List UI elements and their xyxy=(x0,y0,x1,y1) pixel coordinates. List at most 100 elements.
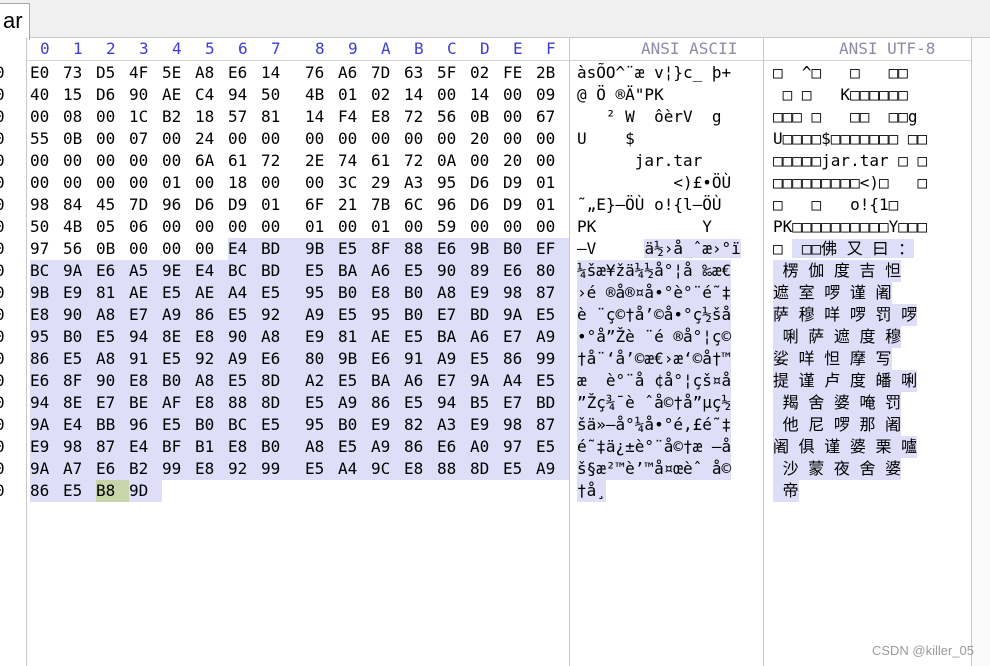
utf8-row[interactable]: 帝 xyxy=(773,480,799,502)
hex-byte[interactable]: 00 xyxy=(338,128,371,150)
hex-byte[interactable]: E5 xyxy=(338,238,371,260)
hex-byte[interactable]: 0A xyxy=(437,150,470,172)
hex-byte[interactable]: 00 xyxy=(503,128,536,150)
hex-byte[interactable]: 90 xyxy=(228,326,261,348)
hex-byte[interactable]: A4 xyxy=(228,282,261,304)
hex-row[interactable]: 9A E4 BB 96 E5 B0 BC E5 95 B0 E9 82 A3 E9 98 87 xyxy=(26,414,569,436)
utf8-row[interactable]: 提 谨 卢 度 皤 唎 xyxy=(773,370,918,392)
hex-byte[interactable]: E4 xyxy=(63,414,96,436)
hex-byte[interactable]: 00 xyxy=(30,106,63,128)
hex-byte[interactable]: D9 xyxy=(503,172,536,194)
hex-byte[interactable]: A9 xyxy=(228,348,261,370)
hex-byte[interactable]: E8 xyxy=(30,304,63,326)
hex-byte[interactable]: D6 xyxy=(195,194,228,216)
ansi-row[interactable]: æ è°¨å ¢å°¦çš¤å xyxy=(577,370,732,392)
hex-byte[interactable]: B0 xyxy=(404,282,437,304)
hex-row[interactable]: 98 84 45 7D 96 D6 D9 01 6F 21 7B 6C 96 D6 D9 01 xyxy=(26,194,569,216)
hex-byte[interactable]: 86 xyxy=(371,392,404,414)
hex-byte[interactable]: A8 xyxy=(96,304,129,326)
hex-byte[interactable]: 00 xyxy=(470,150,503,172)
hex-byte[interactable]: 87 xyxy=(536,282,569,304)
hex-row[interactable]: 00 00 00 00 01 00 18 00 00 3C 29 A3 95 D6 D9 01 xyxy=(26,172,569,194)
hex-byte[interactable]: 15 xyxy=(63,84,96,106)
hex-byte[interactable]: E8 xyxy=(371,282,404,304)
hex-byte[interactable]: 82 xyxy=(404,414,437,436)
hex-row[interactable]: 50 4B 05 06 00 00 00 00 01 00 01 00 59 00 00 00 xyxy=(26,216,569,238)
hex-byte[interactable]: 61 xyxy=(228,150,261,172)
hex-byte[interactable]: E5 xyxy=(96,326,129,348)
hex-byte[interactable]: E6 xyxy=(371,348,404,370)
hex-byte[interactable]: E7 xyxy=(503,326,536,348)
hex-byte[interactable]: 80 xyxy=(536,260,569,282)
hex-byte[interactable]: E5 xyxy=(404,392,437,414)
hex-byte[interactable]: 87 xyxy=(536,414,569,436)
hex-byte[interactable]: 56 xyxy=(63,238,96,260)
hex-byte[interactable]: E7 xyxy=(503,392,536,414)
utf8-row[interactable]: PK□□□□□□□□□□Y□□□ xyxy=(773,216,927,238)
hex-byte[interactable]: A8 xyxy=(96,348,129,370)
hex-byte[interactable]: 91 xyxy=(129,348,162,370)
hex-byte[interactable]: 14 xyxy=(261,62,305,84)
hex-byte[interactable]: 00 xyxy=(338,216,371,238)
hex-byte[interactable]: 56 xyxy=(437,106,470,128)
hex-byte[interactable]: E4 xyxy=(228,238,261,260)
hex-byte[interactable]: 87 xyxy=(96,436,129,458)
hex-byte[interactable]: 06 xyxy=(129,216,162,238)
hex-byte[interactable]: E4 xyxy=(195,260,228,282)
hex-byte[interactable]: 14 xyxy=(470,84,503,106)
hex-byte[interactable]: 00 xyxy=(228,128,261,150)
ansi-row[interactable]: ¼šæ¥žä¼½å°¦å ‰æ€ xyxy=(577,260,732,282)
hex-byte[interactable]: 20 xyxy=(470,128,503,150)
utf8-row[interactable]: 遮 室 啰 谨 阇 xyxy=(773,282,892,304)
hex-byte[interactable]: 98 xyxy=(503,414,536,436)
hex-byte[interactable]: E9 xyxy=(470,414,503,436)
hex-byte[interactable]: 9A xyxy=(503,304,536,326)
ansi-row[interactable]: àsÕO^¨æ v¦}c_ þ+ xyxy=(577,62,731,84)
hex-byte[interactable]: 76 xyxy=(305,62,338,84)
hex-byte[interactable]: 14 xyxy=(305,106,338,128)
hex-byte[interactable]: 8F xyxy=(371,238,404,260)
hex-byte[interactable]: 00 xyxy=(536,216,569,238)
hex-byte[interactable]: 00 xyxy=(305,128,338,150)
hex-byte[interactable]: 92 xyxy=(228,458,261,480)
hex-row[interactable]: E8 90 A8 E7 A9 86 E5 92 A9 E5 95 B0 E7 BD 9A E5 xyxy=(26,304,569,326)
hex-byte[interactable]: B2 xyxy=(129,458,162,480)
hex-byte[interactable]: E6 xyxy=(437,436,470,458)
hex-byte[interactable]: BA xyxy=(437,326,470,348)
ansi-row[interactable]: è ¨ç©†å’©å•°ç½šå xyxy=(577,304,732,326)
hex-byte[interactable]: 84 xyxy=(63,194,96,216)
hex-byte[interactable]: 2E xyxy=(305,150,338,172)
hex-byte[interactable]: 6C xyxy=(404,194,437,216)
hex-byte[interactable]: 95 xyxy=(305,414,338,436)
hex-byte[interactable]: 96 xyxy=(162,194,195,216)
hex-byte[interactable]: 94 xyxy=(228,84,261,106)
hex-byte[interactable]: AE xyxy=(371,326,404,348)
hex-byte[interactable]: E5 xyxy=(305,260,338,282)
hex-byte[interactable]: 00 xyxy=(195,216,228,238)
hex-byte[interactable]: E9 xyxy=(371,414,404,436)
hex-byte[interactable]: 00 xyxy=(195,238,228,260)
utf8-row[interactable]: 唎 萨 遮 度 穆 xyxy=(773,326,902,348)
hex-byte[interactable]: 88 xyxy=(404,238,437,260)
hex-byte[interactable]: E8 xyxy=(129,370,162,392)
hex-byte[interactable]: 2B xyxy=(536,62,569,84)
hex-byte[interactable]: 00 xyxy=(162,216,195,238)
hex-byte[interactable]: BB xyxy=(96,414,129,436)
hex-byte[interactable]: 88 xyxy=(437,458,470,480)
utf8-row[interactable]: 楞 伽 度 吉 怛 xyxy=(773,260,902,282)
hex-byte[interactable]: 9A xyxy=(63,260,96,282)
hex-byte[interactable]: E9 xyxy=(63,282,96,304)
hex-byte[interactable]: 00 xyxy=(503,216,536,238)
hex-byte[interactable]: BD xyxy=(261,260,305,282)
hex-byte[interactable]: 90 xyxy=(129,84,162,106)
hex-byte[interactable]: 40 xyxy=(30,84,63,106)
hex-row[interactable]: 40 15 D6 90 AE C4 94 50 4B 01 02 14 00 14 00 09 xyxy=(26,84,569,106)
hex-byte[interactable]: E8 xyxy=(371,106,404,128)
hex-byte[interactable]: 9A xyxy=(470,370,503,392)
hex-byte[interactable]: 00 xyxy=(536,128,569,150)
hex-byte[interactable]: A0 xyxy=(470,436,503,458)
hex-byte[interactable]: AE xyxy=(195,282,228,304)
hex-byte[interactable]: 02 xyxy=(371,84,404,106)
hex-byte[interactable]: E7 xyxy=(437,304,470,326)
hex-byte[interactable]: A9 xyxy=(536,326,569,348)
